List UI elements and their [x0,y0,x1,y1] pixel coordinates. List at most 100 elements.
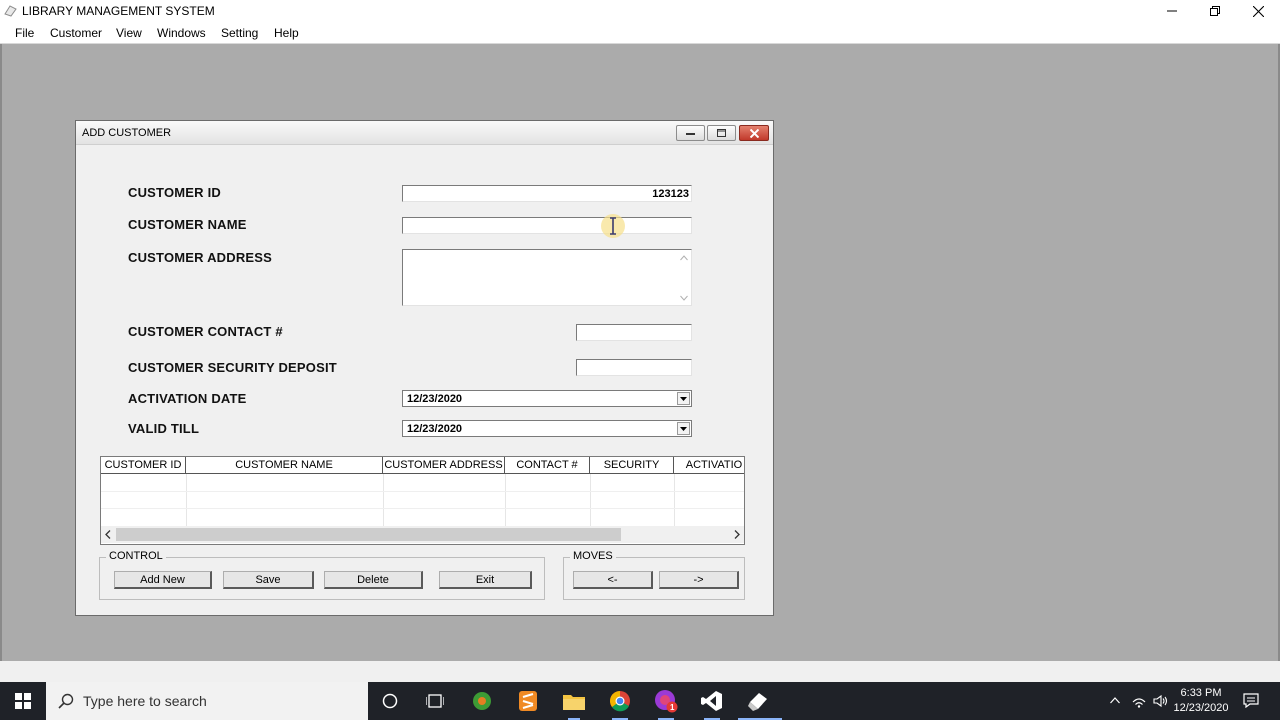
status-bar [0,661,1280,682]
grid-row-line [101,491,744,492]
customer-grid[interactable]: CUSTOMER ID CUSTOMER NAME CUSTOMER ADDRE… [100,456,745,545]
scroll-down-icon[interactable] [680,295,688,301]
scrollbar-thumb[interactable] [116,528,621,541]
cortana-icon [382,693,398,709]
close-icon [749,128,759,138]
customer-address-label: CUSTOMER ADDRESS [128,250,273,265]
minimize-button[interactable] [1150,0,1194,22]
valid-till-label: VALID TILL [128,421,200,436]
taskbar: Type here to search 1 6:33 PM 12/23/2020 [0,682,1280,720]
grid-divider [186,474,187,526]
scroll-up-icon[interactable] [680,255,688,261]
grid-divider [505,474,506,526]
customer-id-field[interactable]: 123123 [402,185,692,202]
add-customer-window: ADD CUSTOMER CUSTOMER ID CUSTOMER NAME C… [75,120,774,616]
add-new-button[interactable]: Add New [114,571,212,589]
child-maximize-button[interactable] [707,125,736,141]
screen-recorder-icon: 1 [655,690,678,713]
visual-studio-icon [701,691,722,711]
grid-header-security[interactable]: SECURITY [590,457,674,474]
close-icon [1252,5,1264,17]
taskbar-visual-studio[interactable] [700,689,724,713]
save-button[interactable]: Save [223,571,314,589]
menu-bar: File Customer View Windows Setting Help [0,22,1280,44]
security-deposit-field[interactable] [576,359,692,376]
valid-till-dropdown[interactable] [677,422,690,435]
network-icon[interactable] [1132,694,1146,708]
grid-header-customer-name[interactable]: CUSTOMER NAME [186,457,383,474]
task-view-icon [426,694,444,708]
next-record-button[interactable]: -> [659,571,739,589]
valid-till-picker[interactable]: 12/23/2020 [402,420,692,437]
activation-date-dropdown[interactable] [677,392,690,405]
app-title: LIBRARY MANAGEMENT SYSTEM [22,4,215,18]
child-window-title: ADD CUSTOMER [82,127,172,139]
child-titlebar: ADD CUSTOMER [76,121,773,145]
grid-header-activation[interactable]: ACTIVATIO [674,457,744,474]
taskbar-screen-recorder[interactable]: 1 [654,689,678,713]
menu-file[interactable]: File [15,26,34,40]
app-titlebar: LIBRARY MANAGEMENT SYSTEM [0,0,1280,22]
chrome-icon [610,691,630,712]
volume-icon[interactable] [1153,694,1168,708]
activation-date-picker[interactable]: 12/23/2020 [402,390,692,407]
taskbar-search-box[interactable]: Type here to search [46,682,368,720]
grid-header-contact[interactable]: CONTACT # [505,457,590,474]
customer-name-label: CUSTOMER NAME [128,217,247,232]
horizontal-scrollbar[interactable] [101,526,744,543]
taskbar-app-green[interactable] [470,689,494,713]
action-center-icon[interactable] [1243,693,1259,708]
menu-customer[interactable]: Customer [50,26,102,40]
clock[interactable]: 6:33 PM 12/23/2020 [1173,686,1229,716]
contact-label: CUSTOMER CONTACT # [128,324,283,339]
start-button[interactable] [11,689,35,713]
control-group-title: CONTROL [106,550,166,562]
child-close-button[interactable] [739,125,769,141]
customer-address-field[interactable] [402,249,692,306]
menu-view[interactable]: View [116,26,142,40]
grid-header-customer-id[interactable]: CUSTOMER ID [101,457,186,474]
task-view-button[interactable] [423,689,447,713]
chevron-down-icon [680,426,687,431]
chevron-down-icon [680,396,687,401]
show-hidden-icons-icon[interactable] [1110,697,1120,704]
clock-date: 12/23/2020 [1173,702,1229,714]
minimize-icon [686,133,695,135]
taskbar-sublime-text[interactable] [516,689,540,713]
grid-header-customer-address[interactable]: CUSTOMER ADDRESS [383,457,505,474]
control-group: CONTROL Add New Save Delete Exit [99,550,545,600]
menu-windows[interactable]: Windows [157,26,206,40]
app-icon [4,5,17,17]
menu-help[interactable]: Help [274,26,299,40]
activation-date-value: 12/23/2020 [407,393,463,405]
grid-divider [674,474,675,526]
contact-field[interactable] [576,324,692,341]
valid-till-value: 12/23/2020 [407,423,463,435]
exit-button[interactable]: Exit [439,571,532,589]
cortana-button[interactable] [378,689,402,713]
close-button[interactable] [1236,0,1280,22]
previous-record-button[interactable]: <- [573,571,653,589]
customer-name-field[interactable] [402,214,692,238]
activation-date-label: ACTIVATION DATE [128,391,247,406]
taskbar-chrome[interactable] [608,689,632,713]
child-minimize-button[interactable] [676,125,705,141]
scroll-left-icon[interactable] [105,530,111,539]
restore-button[interactable] [1193,0,1237,22]
menu-setting[interactable]: Setting [221,26,258,40]
minimize-icon [1167,10,1177,12]
clock-time: 6:33 PM [1180,687,1222,699]
taskbar-notepad[interactable] [746,689,770,713]
delete-button[interactable]: Delete [324,571,423,589]
restore-icon [1210,6,1220,16]
grid-divider [590,474,591,526]
notepad-icon [748,693,767,711]
moves-group: MOVES <- -> [563,550,745,600]
maximize-icon [717,129,726,137]
text-cursor-icon [601,214,625,238]
file-explorer-icon [563,695,585,710]
grid-divider [383,474,384,526]
search-placeholder: Type here to search [83,693,207,709]
scroll-right-icon[interactable] [734,530,740,539]
taskbar-file-explorer[interactable] [562,689,586,713]
